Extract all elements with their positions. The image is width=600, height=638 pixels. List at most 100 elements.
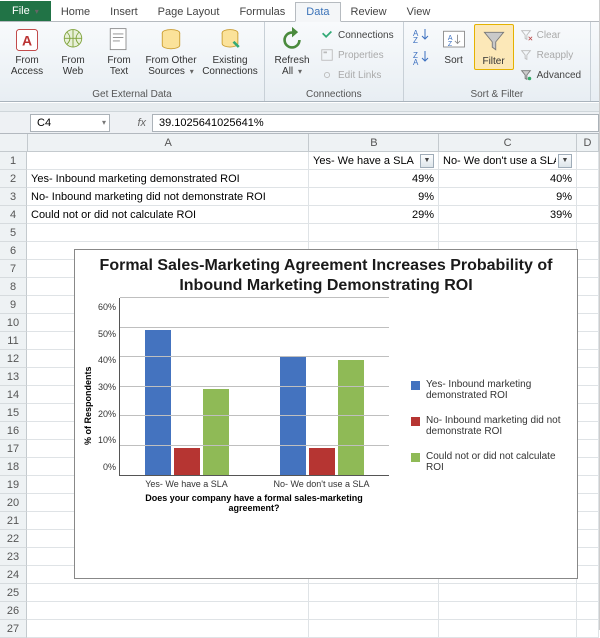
group-label-external: Get External Data [4,88,260,101]
cell-A4[interactable]: Could not or did not calculate ROI [27,206,309,224]
svg-text:Z: Z [413,36,418,44]
row-header-13[interactable]: 13 [0,368,27,386]
row-header-20[interactable]: 20 [0,494,27,512]
sort-asc-button[interactable]: AZ [411,26,431,47]
legend-item: Yes- Inbound marketing demonstrated ROI [411,379,567,401]
chart-y-axis-label: % of Respondents [81,298,95,513]
cell-D1[interactable] [577,152,599,170]
select-all-corner[interactable] [0,134,28,152]
filter-button[interactable]: Filter [474,24,514,70]
row-header-1[interactable]: 1 [0,152,27,170]
chart-title: Formal Sales-Marketing Agreement Increas… [75,250,577,298]
row-header-17[interactable]: 17 [0,440,27,458]
col-header-C[interactable]: C [439,134,577,152]
row-header-11[interactable]: 11 [0,332,27,350]
cell-C2[interactable]: 40% [439,170,577,188]
edit-links-button[interactable]: Edit Links [317,66,397,84]
filter-dropdown-icon[interactable]: ▼ [558,154,572,168]
name-box[interactable]: C4 [30,114,110,132]
legend-item: Could not or did not calculate ROI [411,451,567,473]
row-header-7[interactable]: 7 [0,260,27,278]
col-header-A[interactable]: A [28,134,310,152]
row-header-25[interactable]: 25 [0,584,27,602]
row-header-14[interactable]: 14 [0,386,27,404]
tab-page-layout[interactable]: Page Layout [148,3,230,21]
row-header-3[interactable]: 3 [0,188,27,206]
row-header-12[interactable]: 12 [0,350,27,368]
ribbon-tabs: File ▾ Home Insert Page Layout Formulas … [0,0,599,22]
tab-data[interactable]: Data [295,2,340,22]
cell-B2[interactable]: 49% [309,170,439,188]
from-text-button[interactable]: FromText [96,24,142,79]
chart-y-ticks: 60%50%40%30%20%10%0% [95,302,119,472]
row-header-10[interactable]: 10 [0,314,27,332]
cell-A3[interactable]: No- Inbound marketing did not demonstrat… [27,188,309,206]
cell-B4[interactable]: 29% [309,206,439,224]
formula-bar: C4 fx 39.1025641025641% [0,112,599,134]
row-header-21[interactable]: 21 [0,512,27,530]
group-label-sort: Sort & Filter [408,88,586,101]
cell-B3[interactable]: 9% [309,188,439,206]
tab-file[interactable]: File ▾ [0,1,51,21]
cell-C1[interactable]: No- We don't use a SLA▼ [439,152,577,170]
row-header-22[interactable]: 22 [0,530,27,548]
row-header-23[interactable]: 23 [0,548,27,566]
col-header-B[interactable]: B [309,134,439,152]
row-header-6[interactable]: 6 [0,242,27,260]
from-web-button[interactable]: FromWeb [50,24,96,79]
group-connections: RefreshAll ▾ Connections Properties Edit… [265,22,404,101]
embedded-chart[interactable]: Formal Sales-Marketing Agreement Increas… [74,249,578,579]
tab-view[interactable]: View [397,3,441,21]
chart-plot-area [119,298,389,476]
sort-button[interactable]: AZSort [434,24,474,68]
row-header-24[interactable]: 24 [0,566,27,584]
row-header-9[interactable]: 9 [0,296,27,314]
cell-C4[interactable]: 39% [439,206,577,224]
row-header-15[interactable]: 15 [0,404,27,422]
sort-desc-button[interactable]: ZA [411,48,431,69]
tab-formulas[interactable]: Formulas [229,3,295,21]
bar [280,357,306,475]
cell-C3[interactable]: 9% [439,188,577,206]
row-header-5[interactable]: 5 [0,224,27,242]
legend-item: No- Inbound marketing did not demonstrat… [411,415,567,437]
ribbon: AFromAccess FromWeb FromText From OtherS… [0,22,599,102]
clear-button[interactable]: Clear [516,26,584,44]
tab-home[interactable]: Home [51,3,100,21]
cell-A2[interactable]: Yes- Inbound marketing demonstrated ROI [27,170,309,188]
text-to-columns-button[interactable]: TextColu [595,24,600,79]
row-header-26[interactable]: 26 [0,602,27,620]
row-header-18[interactable]: 18 [0,458,27,476]
from-other-button[interactable]: From OtherSources ▾ [142,24,200,79]
row-header-2[interactable]: 2 [0,170,27,188]
existing-connections-button[interactable]: ExistingConnections [200,24,260,79]
bar [309,448,335,475]
chart-x-axis-label: Does your company have a formal sales-ma… [119,492,389,513]
connections-button[interactable]: Connections [317,26,397,44]
row-header-4[interactable]: 4 [0,206,27,224]
row-header-27[interactable]: 27 [0,620,27,638]
worksheet: A B C D 12345678910111213141516171819202… [0,134,599,638]
properties-button[interactable]: Properties [317,46,397,64]
bar [338,360,364,475]
cell-B1[interactable]: Yes- We have a SLA▼ [309,152,439,170]
group-data-tools: TextColu [591,22,600,101]
formula-input[interactable]: 39.1025641025641% [152,114,599,132]
col-header-D[interactable]: D [577,134,599,152]
tab-review[interactable]: Review [341,3,397,21]
tab-insert[interactable]: Insert [100,3,148,21]
svg-text:A: A [413,58,419,66]
row-header-8[interactable]: 8 [0,278,27,296]
row-header-19[interactable]: 19 [0,476,27,494]
group-external-data: AFromAccess FromWeb FromText From OtherS… [0,22,265,101]
refresh-all-button[interactable]: RefreshAll ▾ [269,24,315,79]
bar [174,448,200,475]
advanced-button[interactable]: Advanced [516,66,584,84]
cell-A1[interactable] [27,152,309,170]
from-access-button[interactable]: AFromAccess [4,24,50,79]
reapply-button[interactable]: Reapply [516,46,584,64]
fx-label[interactable]: fx [112,117,152,129]
group-sort-filter: AZ ZA AZSort Filter Clear Reapply Advanc… [404,22,591,101]
row-header-16[interactable]: 16 [0,422,27,440]
filter-dropdown-icon[interactable]: ▼ [420,154,434,168]
